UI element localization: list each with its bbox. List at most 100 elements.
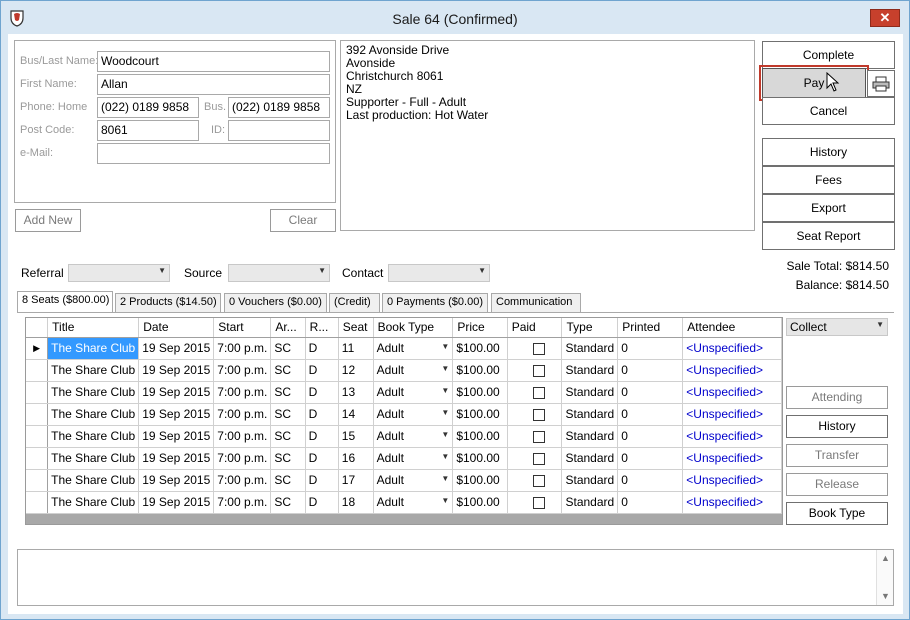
cell-start[interactable]: 7:00 p.m.: [213, 425, 272, 448]
cell-type[interactable]: Standard: [561, 403, 619, 426]
cell-row[interactable]: D: [305, 337, 339, 360]
export-button[interactable]: Export: [762, 194, 895, 222]
cell-printed[interactable]: 0: [617, 337, 684, 360]
fees-button[interactable]: Fees: [762, 166, 895, 194]
tab-payments[interactable]: 0 Payments ($0.00): [382, 293, 488, 312]
cell-title[interactable]: The Share Club: [47, 425, 140, 448]
cell-title[interactable]: The Share Club: [47, 491, 140, 514]
cell-area[interactable]: SC: [270, 425, 306, 448]
cell-paid[interactable]: [507, 403, 563, 426]
post-code-field[interactable]: 8061: [97, 120, 199, 141]
cell-area[interactable]: SC: [270, 491, 306, 514]
cell-attendee[interactable]: <Unspecified>: [682, 381, 782, 404]
cell-paid[interactable]: [507, 425, 563, 448]
tab-seats[interactable]: 8 Seats ($800.00): [17, 291, 113, 312]
cell-book-type[interactable]: Adult ▼: [373, 381, 454, 404]
cell-start[interactable]: 7:00 p.m.: [213, 359, 272, 382]
col-title[interactable]: Title: [47, 318, 140, 338]
col-seat[interactable]: Seat: [338, 318, 374, 338]
cell-printed[interactable]: 0: [617, 359, 684, 382]
col-row[interactable]: R...: [305, 318, 339, 338]
cell-type[interactable]: Standard: [561, 337, 619, 360]
cell-attendee[interactable]: <Unspecified>: [682, 337, 782, 360]
cell-price[interactable]: $100.00: [452, 359, 508, 382]
cell-paid[interactable]: [507, 491, 563, 514]
seat-report-button[interactable]: Seat Report: [762, 222, 895, 250]
cell-seat[interactable]: 15: [338, 425, 374, 448]
id-field[interactable]: [228, 120, 330, 141]
cell-start[interactable]: 7:00 p.m.: [213, 403, 272, 426]
cell-type[interactable]: Standard: [561, 381, 619, 404]
scroll-down-icon[interactable]: ▼: [881, 591, 890, 601]
cell-attendee[interactable]: <Unspecified>: [682, 359, 782, 382]
col-price[interactable]: Price: [452, 318, 508, 338]
cell-attendee[interactable]: <Unspecified>: [682, 469, 782, 492]
print-receipt-button[interactable]: [867, 70, 895, 97]
cell-price[interactable]: $100.00: [452, 447, 508, 470]
paid-checkbox[interactable]: [532, 474, 545, 487]
referral-select[interactable]: ▼: [68, 264, 170, 282]
cell-attendee[interactable]: <Unspecified>: [682, 447, 782, 470]
cell-printed[interactable]: 0: [617, 447, 684, 470]
cell-type[interactable]: Standard: [561, 447, 619, 470]
cell-paid[interactable]: [507, 337, 563, 360]
cell-row[interactable]: D: [305, 469, 339, 492]
phone-home-field[interactable]: (022) 0189 9858: [97, 97, 199, 118]
cell-book-type[interactable]: Adult ▼: [373, 425, 454, 448]
pay-button[interactable]: Pay: [762, 68, 866, 98]
cell-book-type[interactable]: Adult ▼: [373, 469, 454, 492]
notes-scrollbar[interactable]: ▲ ▼: [876, 550, 893, 605]
first-name-field[interactable]: Allan: [97, 74, 330, 95]
paid-checkbox[interactable]: [532, 342, 545, 355]
cell-attendee[interactable]: <Unspecified>: [682, 403, 782, 426]
cell-paid[interactable]: [507, 469, 563, 492]
table-row[interactable]: The Share Club 19 Sep 2015 7:00 p.m. SC …: [26, 359, 782, 382]
table-row[interactable]: The Share Club 19 Sep 2015 7:00 p.m. SC …: [26, 425, 782, 448]
cell-title[interactable]: The Share Club: [47, 381, 140, 404]
add-new-button[interactable]: Add New: [15, 209, 81, 232]
cell-area[interactable]: SC: [270, 469, 306, 492]
tab-credit[interactable]: (Credit): [329, 293, 380, 312]
chevron-down-icon[interactable]: ▼: [441, 408, 449, 417]
cell-title[interactable]: The Share Club: [47, 403, 140, 426]
cell-date[interactable]: 19 Sep 2015: [138, 403, 215, 426]
chevron-down-icon[interactable]: ▼: [441, 474, 449, 483]
cell-date[interactable]: 19 Sep 2015: [138, 491, 215, 514]
col-area[interactable]: Ar...: [270, 318, 306, 338]
cell-area[interactable]: SC: [270, 447, 306, 470]
tab-communication[interactable]: Communication: [491, 293, 581, 312]
cell-title[interactable]: The Share Club: [47, 337, 140, 360]
bus-phone-field[interactable]: (022) 0189 9858: [228, 97, 330, 118]
cell-paid[interactable]: [507, 359, 563, 382]
cell-printed[interactable]: 0: [617, 381, 684, 404]
bus-last-name-field[interactable]: Woodcourt: [97, 51, 330, 72]
close-button[interactable]: ✕: [870, 9, 900, 27]
email-field[interactable]: [97, 143, 330, 164]
cell-row[interactable]: D: [305, 425, 339, 448]
cell-printed[interactable]: 0: [617, 425, 684, 448]
paid-checkbox[interactable]: [532, 452, 545, 465]
clear-button[interactable]: Clear: [270, 209, 336, 232]
chevron-down-icon[interactable]: ▼: [441, 496, 449, 505]
col-printed[interactable]: Printed: [617, 318, 684, 338]
table-row[interactable]: ▶ The Share Club 19 Sep 2015 7:00 p.m. S…: [26, 337, 782, 360]
paid-checkbox[interactable]: [532, 364, 545, 377]
source-select[interactable]: ▼: [228, 264, 330, 282]
cell-price[interactable]: $100.00: [452, 337, 508, 360]
cell-date[interactable]: 19 Sep 2015: [138, 447, 215, 470]
cell-date[interactable]: 19 Sep 2015: [138, 381, 215, 404]
cell-row[interactable]: D: [305, 381, 339, 404]
cell-start[interactable]: 7:00 p.m.: [213, 469, 272, 492]
cell-start[interactable]: 7:00 p.m.: [213, 337, 272, 360]
cell-start[interactable]: 7:00 p.m.: [213, 381, 272, 404]
cell-type[interactable]: Standard: [561, 491, 619, 514]
chevron-down-icon[interactable]: ▼: [441, 386, 449, 395]
cell-type[interactable]: Standard: [561, 469, 619, 492]
cell-row[interactable]: D: [305, 359, 339, 382]
col-date[interactable]: Date: [138, 318, 215, 338]
collect-select[interactable]: Collect ▼: [786, 318, 888, 336]
cell-area[interactable]: SC: [270, 359, 306, 382]
cell-seat[interactable]: 12: [338, 359, 374, 382]
cell-attendee[interactable]: <Unspecified>: [682, 491, 782, 514]
table-row[interactable]: The Share Club 19 Sep 2015 7:00 p.m. SC …: [26, 381, 782, 404]
